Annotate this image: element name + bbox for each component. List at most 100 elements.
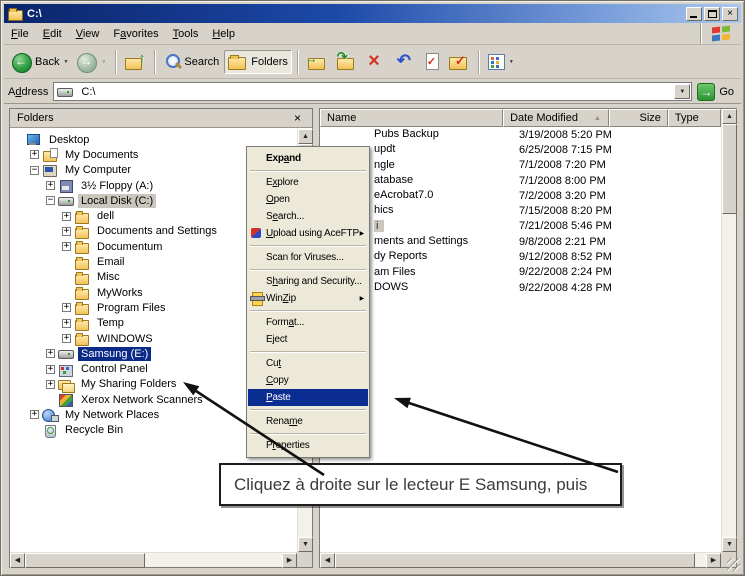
context-menu-item-open[interactable]: Open [248,191,368,208]
column-header-size[interactable]: Size [609,109,668,127]
menu-tools[interactable]: Tools [166,25,206,43]
close-button[interactable]: × [722,7,738,21]
expand-plus-icon[interactable]: + [46,349,55,358]
file-row[interactable]: dy Reports9/12/2008 8:52 PM [320,249,721,264]
scan-document-button[interactable] [419,50,444,74]
expand-plus-icon[interactable]: + [62,227,71,236]
expand-plus-icon[interactable]: + [46,380,55,389]
expand-plus-icon[interactable]: + [62,303,71,312]
context-menu-item-properties[interactable]: Properties [248,437,368,454]
scroll-thumb[interactable] [25,553,145,568]
column-header-date-modified[interactable]: Date Modified▲ [503,109,609,127]
views-button[interactable]: ▼ [484,50,518,74]
go-button[interactable]: → Go [697,83,737,101]
address-input[interactable]: C:\ ▼ [53,82,692,101]
context-menu-item-expand[interactable]: Expand [248,150,368,167]
scroll-right-button[interactable]: ▶ [282,553,297,568]
scroll-up-button[interactable]: ▲ [298,129,313,144]
expand-plus-icon[interactable]: + [62,319,71,328]
tree-item-label[interactable]: Misc [94,270,123,284]
collapse-minus-icon[interactable]: − [30,166,39,175]
move-to-folder-button[interactable] [303,50,331,74]
expand-plus-icon[interactable]: + [30,410,39,419]
address-dropdown-button[interactable]: ▼ [674,84,690,99]
scroll-down-button[interactable]: ▼ [298,537,313,552]
tree-item-label[interactable]: MyWorks [94,286,146,300]
tree-item-label[interactable]: My Computer [62,163,134,177]
context-menu-item-copy[interactable]: Copy [248,372,368,389]
file-row[interactable]: hics7/15/2008 8:20 PM [320,203,721,218]
context-menu-item-upload-using-aceftp[interactable]: Upload using AceFTP▶ [248,225,368,242]
collapse-minus-icon[interactable]: − [46,196,55,205]
menu-favorites[interactable]: Favorites [106,25,165,43]
tree-item-desktop[interactable]: Desktop [10,132,297,147]
file-row[interactable]: updt6/25/2008 7:15 PM [320,142,721,157]
context-menu-item-eject[interactable]: Eject [248,331,368,348]
menu-file[interactable]: File [4,25,36,43]
delete-x-button[interactable] [361,50,389,74]
expand-plus-icon[interactable]: + [30,150,39,159]
file-row[interactable]: i7/21/2008 5:46 PM [320,219,721,234]
file-row[interactable]: atabase7/1/2008 8:00 PM [320,173,721,188]
scroll-right-button[interactable]: ▶ [706,553,721,568]
column-header-type[interactable]: Type [668,109,721,127]
tree-item-label[interactable]: Documents and Settings [94,224,220,238]
scroll-left-button[interactable]: ◀ [10,553,25,568]
scroll-thumb[interactable] [335,553,695,568]
tree-item-label[interactable]: WINDOWS [94,332,156,346]
column-header-name[interactable]: Name [320,109,503,127]
folders-button[interactable]: Folders [224,50,292,74]
menu-edit[interactable]: Edit [36,25,69,43]
scan-folder-button[interactable] [445,50,473,74]
vertical-scrollbar[interactable]: ▲ ▼ [721,109,736,552]
tree-item-label[interactable]: Desktop [46,133,92,147]
horizontal-scrollbar[interactable]: ◀ ▶ [320,552,721,567]
tree-item-label[interactable]: My Documents [62,148,141,162]
search-button[interactable]: Search [160,50,223,74]
scroll-thumb[interactable] [722,124,737,214]
tree-item-label[interactable]: Samsung (E:) [78,347,151,361]
expand-plus-icon[interactable]: + [62,334,71,343]
file-row[interactable]: eAcrobat7.07/2/2008 3:20 PM [320,188,721,203]
scroll-up-button[interactable]: ▲ [722,109,737,124]
context-menu-item-sharing-and-security[interactable]: Sharing and Security... [248,273,368,290]
expand-plus-icon[interactable]: + [62,212,71,221]
expand-plus-icon[interactable]: + [46,365,55,374]
undo-button[interactable] [390,50,418,74]
horizontal-scrollbar[interactable]: ◀ ▶ [10,552,297,567]
context-menu-item-cut[interactable]: Cut [248,355,368,372]
tree-item-label[interactable]: Documentum [94,240,165,254]
context-menu-item-explore[interactable]: Explore [248,174,368,191]
context-menu-item-rename[interactable]: Rename [248,413,368,430]
menu-view[interactable]: View [69,25,107,43]
tree-item-label[interactable]: dell [94,209,117,223]
file-row[interactable]: ngle7/1/2008 7:20 PM [320,158,721,173]
menu-help[interactable]: Help [205,25,242,43]
scroll-left-button[interactable]: ◀ [320,553,335,568]
back-circle-arrow-button[interactable]: Back▼ [8,50,72,74]
tree-item-label[interactable]: Program Files [94,301,168,315]
expand-plus-icon[interactable]: + [62,242,71,251]
context-menu-item-search[interactable]: Search... [248,208,368,225]
tree-item-label[interactable]: Control Panel [78,362,151,376]
context-menu-item-paste[interactable]: Paste [248,389,368,406]
context-menu-item-scan-for-viruses[interactable]: Scan for Viruses... [248,249,368,266]
up-folder-button[interactable] [121,50,149,74]
tree-item-label[interactable]: My Network Places [62,408,162,422]
context-menu-item-format[interactable]: Format... [248,314,368,331]
file-row[interactable]: Pubs Backup3/19/2008 5:20 PM [320,127,721,142]
tree-item-label[interactable]: Temp [94,316,127,330]
minimize-button[interactable] [686,7,702,21]
resize-grip[interactable] [727,558,740,571]
scroll-down-button[interactable]: ▼ [722,537,737,552]
tree-item-label[interactable]: Xerox Network Scanners [78,393,206,407]
file-row[interactable]: DOWS9/22/2008 4:28 PM [320,280,721,295]
tree-item-label[interactable]: 3½ Floppy (A:) [78,179,156,193]
expand-plus-icon[interactable]: + [46,181,55,190]
file-row[interactable]: am Files9/22/2008 2:24 PM [320,265,721,280]
tree-item-label[interactable]: Email [94,255,128,269]
tree-item-label[interactable]: Local Disk (C:) [78,194,156,208]
file-row[interactable]: ments and Settings9/8/2008 2:21 PM [320,234,721,249]
close-icon[interactable]: × [290,111,305,125]
maximize-button[interactable] [704,7,720,21]
